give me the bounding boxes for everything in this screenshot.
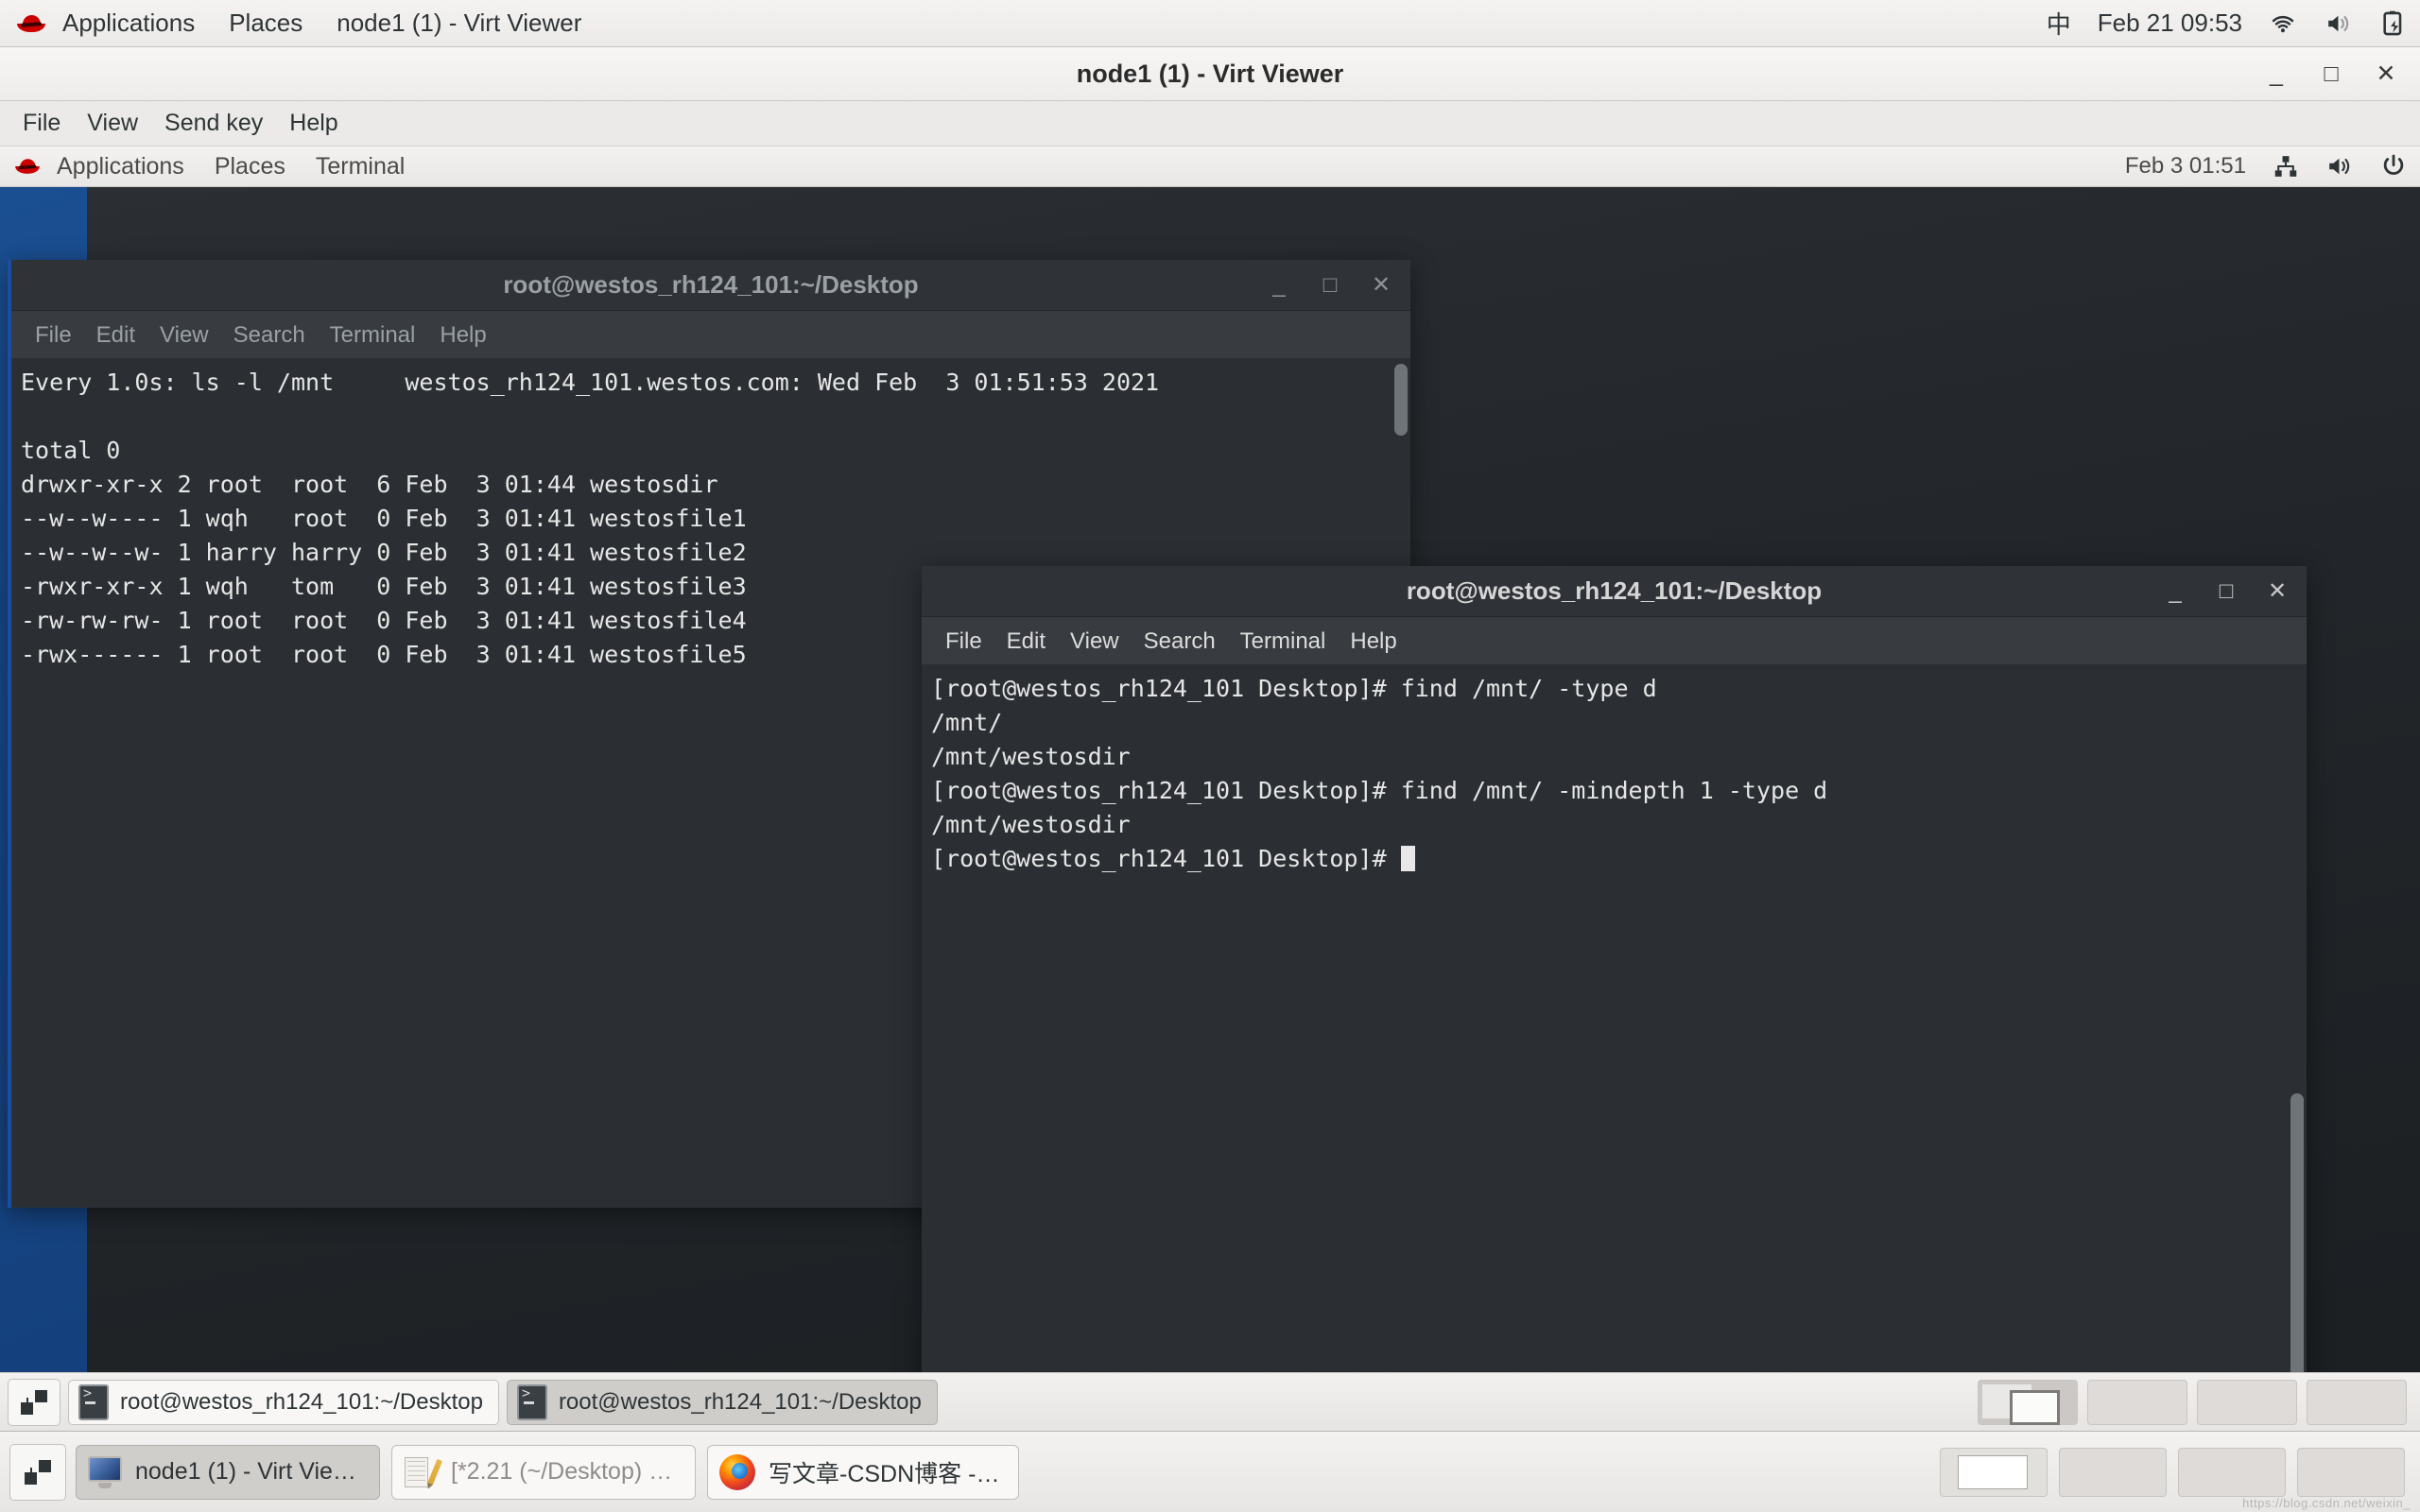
front-terminal-title: root@westos_rh124_101:~/Desktop [1406,576,1823,605]
back-terminal-scrollbar[interactable] [1394,364,1408,436]
host-show-desktop-icon[interactable] [9,1443,66,1501]
host-task-label-gedit: [*2.21 (~/Desktop) - gedit] [451,1458,678,1485]
guest-redhat-logo-icon[interactable] [15,158,40,176]
maximize-icon[interactable]: □ [2318,60,2344,87]
volume-icon[interactable] [2310,11,2367,36]
host-workspace-2[interactable] [2059,1447,2167,1497]
gedit-icon [404,1455,443,1489]
host-workspace-switcher[interactable] [1940,1447,2405,1497]
show-desktop-icon[interactable] [8,1378,60,1426]
back-close-icon[interactable]: ✕ [1369,273,1393,298]
terminal-cursor [1400,846,1415,871]
virt-viewer-titlebar[interactable]: node1 (1) - Virt Viewer _ □ ✕ [0,47,2420,101]
front-terminal-menubar: File Edit View Search Terminal Help [922,617,2307,664]
battery-icon[interactable] [2367,10,2420,37]
terminal-icon [78,1383,109,1420]
back-menu-file[interactable]: File [23,312,84,358]
host-task-button-gedit[interactable]: [*2.21 (~/Desktop) - gedit] [391,1444,696,1500]
host-clock[interactable]: Feb 21 09:53 [2084,9,2256,38]
guest-task-label-2: root@westos_rh124_101:~/Desktop [558,1388,922,1415]
network-icon[interactable] [2259,154,2312,179]
front-terminal-titlebar[interactable]: root@westos_rh124_101:~/Desktop _ □ ✕ [922,566,2307,617]
guest-top-panel: Applications Places Terminal Feb 3 01:51 [0,146,2420,187]
front-terminal-window-controls: _ □ ✕ [2163,566,2290,616]
host-task-label-firefox: 写文章-CSDN博客 - Mozilla Firefox [769,1460,1001,1487]
terminal-icon [516,1383,547,1420]
back-menu-view[interactable]: View [147,312,221,358]
guest-workspace-2[interactable] [2087,1379,2187,1425]
virt-viewer-window-controls: _ □ ✕ [2263,47,2399,100]
front-menu-help[interactable]: Help [1338,618,1409,664]
guest-desktop: Applications Places Terminal Feb 3 01:51 [0,146,2420,1431]
front-menu-terminal[interactable]: Terminal [1228,618,1339,664]
host-menu-places[interactable]: Places [212,0,320,46]
virt-viewer-window: node1 (1) - Virt Viewer _ □ ✕ File View … [0,47,2420,1431]
firefox-icon [719,1453,755,1490]
minimize-icon[interactable]: _ [2263,60,2290,87]
terminal-window-front[interactable]: root@westos_rh124_101:~/Desktop _ □ ✕ Fi… [922,566,2307,1431]
guest-volume-icon[interactable] [2312,154,2367,179]
wifi-icon[interactable] [2256,11,2310,36]
front-terminal-scrollbar[interactable] [2290,1093,2304,1419]
back-menu-edit[interactable]: Edit [84,312,147,358]
host-top-panel: Applications Places node1 (1) - Virt Vie… [0,0,2420,47]
front-terminal-output: [root@westos_rh124_101 Desktop]# find /m… [931,675,1828,872]
guest-menu-terminal[interactable]: Terminal [301,146,420,186]
guest-workspace-4[interactable] [2307,1379,2407,1425]
guest-workspace-1[interactable] [1978,1379,2078,1425]
watermark-text: https://blog.csdn.net/weixin_ [2242,1496,2411,1510]
vv-menu-help[interactable]: Help [276,101,351,146]
front-menu-view[interactable]: View [1058,618,1132,664]
host-taskbar: node1 (1) - Virt Viewer [*2.21 (~/Deskto… [0,1431,2420,1512]
input-method-indicator[interactable]: 中 [2033,6,2084,41]
front-maximize-icon[interactable]: □ [2214,579,2238,604]
host-menu-applications[interactable]: Applications [45,0,212,46]
back-maximize-icon[interactable]: □ [1318,273,1342,298]
front-menu-file[interactable]: File [933,618,994,664]
guest-workspace-switcher[interactable] [1978,1379,2407,1425]
back-menu-help[interactable]: Help [427,312,498,358]
monitor-icon [88,1455,122,1488]
back-terminal-window-controls: _ □ ✕ [1267,260,1393,310]
back-terminal-titlebar[interactable]: root@westos_rh124_101:~/Desktop _ □ ✕ [11,260,1410,311]
power-icon[interactable] [2367,153,2420,180]
host-workspace-3[interactable] [2178,1447,2286,1497]
front-menu-edit[interactable]: Edit [994,618,1058,664]
guest-task-button-1[interactable]: root@westos_rh124_101:~/Desktop [68,1379,499,1425]
redhat-logo-icon[interactable] [17,13,45,34]
front-minimize-icon[interactable]: _ [2163,579,2187,604]
guest-menu-places[interactable]: Places [199,146,301,186]
host-task-button-virt-viewer[interactable]: node1 (1) - Virt Viewer [76,1444,380,1500]
front-close-icon[interactable]: ✕ [2265,579,2290,604]
host-task-label-virt-viewer: node1 (1) - Virt Viewer [135,1458,362,1485]
back-terminal-menubar: File Edit View Search Terminal Help [11,311,1410,358]
guest-menu-applications[interactable]: Applications [42,146,199,186]
host-window-menu-title[interactable]: node1 (1) - Virt Viewer [320,0,598,46]
virt-viewer-title: node1 (1) - Virt Viewer [1076,59,1344,88]
guest-clock[interactable]: Feb 3 01:51 [2112,153,2259,180]
host-task-button-firefox[interactable]: 写文章-CSDN博客 - Mozilla Firefox [707,1444,1019,1500]
host-workspace-1[interactable] [1940,1447,2048,1497]
guest-workspace-3[interactable] [2197,1379,2297,1425]
back-minimize-icon[interactable]: _ [1267,273,1291,298]
guest-task-label-1: root@westos_rh124_101:~/Desktop [120,1388,483,1415]
vv-menu-file[interactable]: File [9,101,74,146]
close-icon[interactable]: ✕ [2373,60,2399,87]
front-terminal-body[interactable]: [root@westos_rh124_101 Desktop]# find /m… [922,664,2307,1431]
vv-menu-send-key[interactable]: Send key [151,101,276,146]
back-menu-search[interactable]: Search [221,312,318,358]
screen-root: Applications Places node1 (1) - Virt Vie… [0,0,2420,1512]
virt-viewer-menubar: File View Send key Help [0,101,2420,146]
guest-task-button-2[interactable]: root@westos_rh124_101:~/Desktop [506,1379,938,1425]
back-terminal-title: root@westos_rh124_101:~/Desktop [503,270,919,299]
vv-menu-view[interactable]: View [74,101,151,146]
front-menu-search[interactable]: Search [1132,618,1228,664]
guest-taskbar: root@westos_rh124_101:~/Desktop root@wes… [0,1372,2420,1431]
host-workspace-4[interactable] [2297,1447,2405,1497]
back-menu-terminal[interactable]: Terminal [318,312,428,358]
